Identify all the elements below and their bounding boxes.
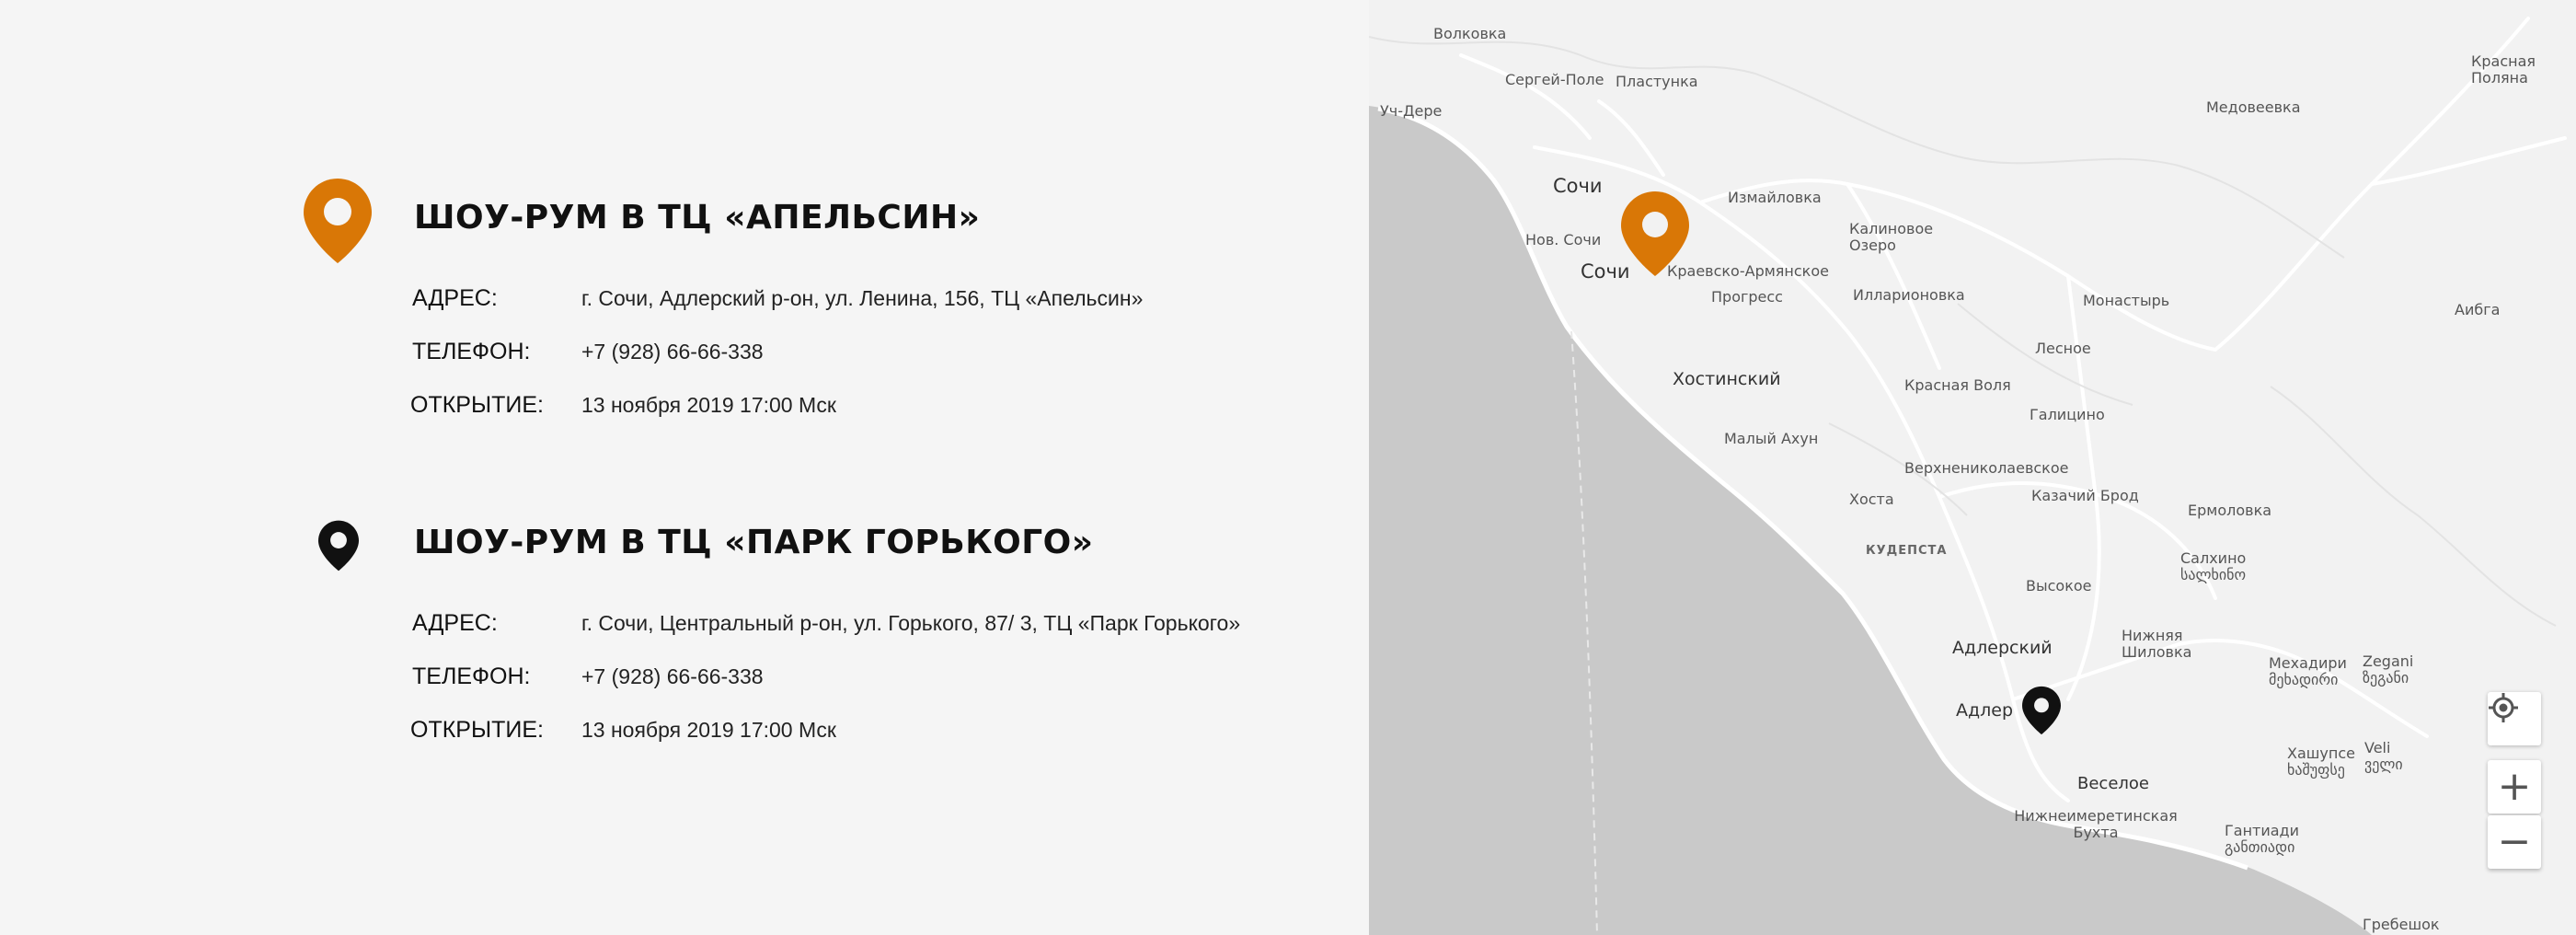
- map-place-label: Veli ველი: [2364, 739, 2403, 774]
- map[interactable]: Волковка Сергей-Поле Пластунка Уч-Дере С…: [1369, 0, 2576, 935]
- map-place-label: Малый Ахун: [1724, 430, 1819, 447]
- address-row: АДРЕС: г. Сочи, Центральный р-он, ул. Гор…: [412, 610, 1240, 637]
- map-place-label: Адлерский: [1952, 638, 2053, 658]
- map-place-label: Волковка: [1433, 25, 1507, 42]
- opening-value: 13 ноября 2019 17:00 Мск: [581, 718, 836, 742]
- map-place-label: Казачий Брод: [2031, 487, 2139, 504]
- phone-row: ТЕЛЕФОН: +7 (928) 66-66-338: [412, 339, 764, 365]
- zoom-in-button[interactable]: +: [2488, 760, 2541, 814]
- phone-label: ТЕЛЕФОН:: [412, 664, 531, 689]
- map-place-label: Ермоловка: [2188, 502, 2272, 519]
- phone-row: ТЕЛЕФОН: +7 (928) 66-66-338: [412, 664, 764, 690]
- map-place-label: Мехадири მეხადირი: [2269, 654, 2347, 689]
- map-place-label: Пластунка: [1616, 73, 1698, 90]
- address-label: АДРЕС:: [412, 285, 498, 311]
- opening-label: ОТКРЫТИЕ:: [410, 717, 544, 743]
- black-pin-icon: [318, 520, 359, 576]
- phone-value[interactable]: +7 (928) 66-66-338: [581, 664, 764, 689]
- showroom-title: ШОУ-РУМ В ТЦ «ПАРК ГОРЬКОГО»: [414, 524, 1094, 561]
- map-place-label: Красная Воля: [1904, 376, 2011, 394]
- map-place-label: Гребешок: [2363, 916, 2440, 933]
- address-label: АДРЕС:: [412, 610, 498, 636]
- map-place-label: Сергей-Поле: [1505, 71, 1604, 88]
- map-place-label: Прогресс: [1711, 288, 1783, 306]
- map-place-label: Веселое: [2077, 774, 2149, 793]
- map-place-label: Монастырь: [2083, 292, 2170, 309]
- map-place-label: Аибга: [2455, 301, 2501, 318]
- map-place-label: Уч-Дере: [1380, 102, 1443, 120]
- map-place-label: Нижнеимеретинская Бухта: [2014, 807, 2178, 842]
- map-place-label: Медовеевка: [2206, 98, 2301, 116]
- plus-icon: +: [2497, 763, 2532, 810]
- showroom-title: ШОУ-РУМ В ТЦ «АПЕЛЬСИН»: [414, 199, 981, 237]
- map-place-label: Высокое: [2026, 577, 2092, 594]
- minus-icon: −: [2497, 818, 2532, 865]
- opening-label: ОТКРЫТИЕ:: [410, 392, 544, 418]
- map-place-label: Краевско-Армянское: [1667, 262, 1829, 280]
- map-place-label: Сочи: [1553, 175, 1603, 197]
- map-place-label: Измайловка: [1728, 189, 1822, 206]
- map-place-label: Галицино: [2030, 406, 2105, 423]
- orange-pin-icon: [304, 179, 372, 268]
- map-place-label: Красная Поляна: [2471, 52, 2536, 87]
- showroom-list: ШОУ-РУМ В ТЦ «АПЕЛЬСИН» АДРЕС: г. Сочи, А…: [0, 0, 1369, 935]
- locate-icon: [2489, 693, 2518, 722]
- map-place-label: КУДЕПСТА: [1866, 544, 1948, 558]
- phone-label: ТЕЛЕФОН:: [412, 339, 531, 364]
- map-place-label: Zegani ზეგანი: [2363, 652, 2414, 687]
- opening-row: ОТКРЫТИЕ: 13 ноября 2019 17:00 Мск: [410, 392, 836, 419]
- map-place-label: Хостинский: [1673, 369, 1781, 389]
- map-place-label: Адлер: [1956, 700, 2014, 721]
- locate-button[interactable]: [2488, 692, 2541, 745]
- address-value: г. Сочи, Центральный р-он, ул. Горького,…: [581, 611, 1241, 635]
- map-place-label: Калиновое Озеро: [1849, 220, 1934, 255]
- map-place-label: Салхино სალხინო: [2180, 549, 2247, 584]
- opening-value: 13 ноября 2019 17:00 Мск: [581, 393, 836, 417]
- map-place-label: Хашупсе ხაშუფსე: [2287, 745, 2355, 779]
- map-place-label: Илларионовка: [1853, 286, 1965, 304]
- phone-value[interactable]: +7 (928) 66-66-338: [581, 340, 764, 364]
- zoom-out-button[interactable]: −: [2488, 815, 2541, 869]
- map-place-label: Нов. Сочи: [1525, 231, 1602, 248]
- address-value: г. Сочи, Адлерский р-он, ул. Ленина, 156…: [581, 286, 1144, 310]
- map-place-label: Верхнениколаевское: [1904, 459, 2069, 477]
- map-place-label: Гантиади განთიადი: [2225, 822, 2300, 857]
- map-place-label: Нижняя Шиловка: [2122, 627, 2192, 662]
- map-place-label: Лесное: [2035, 340, 2091, 357]
- address-row: АДРЕС: г. Сочи, Адлерский р-он, ул. Ленин…: [412, 285, 1143, 312]
- opening-row: ОТКРЫТИЕ: 13 ноября 2019 17:00 Мск: [410, 717, 836, 744]
- map-place-label: Хоста: [1849, 491, 1894, 508]
